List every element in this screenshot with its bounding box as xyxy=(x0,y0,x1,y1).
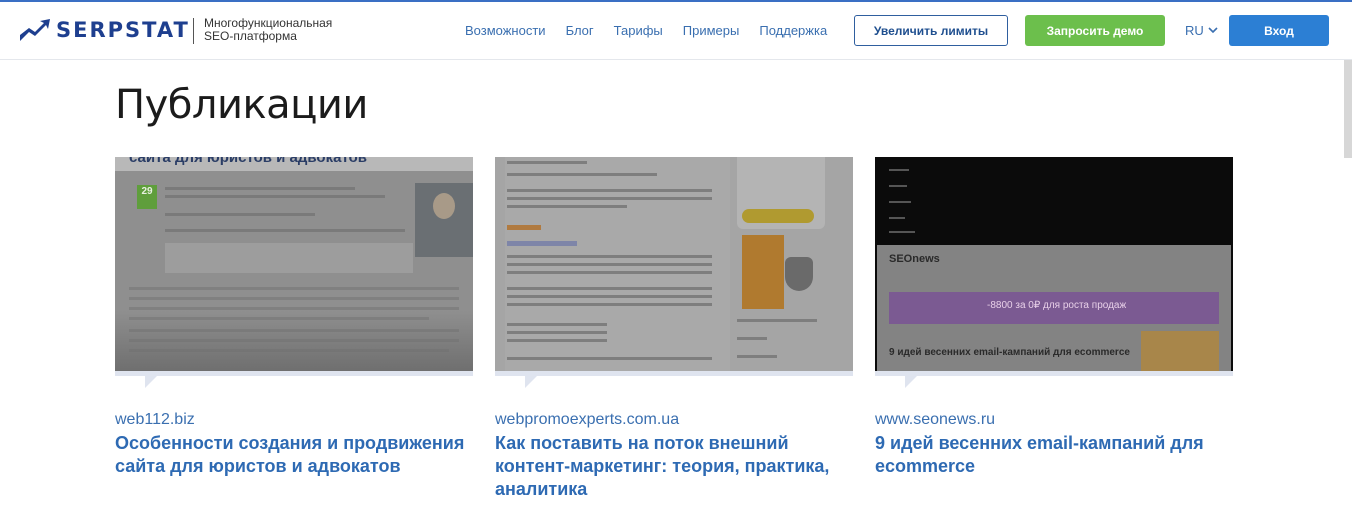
publication-title[interactable]: Как поставить на поток внешний контент-м… xyxy=(495,432,860,501)
nav-item-blog[interactable]: Блог xyxy=(566,23,594,39)
language-label: RU xyxy=(1185,23,1204,38)
main-nav: Возможности Блог Тарифы Примеры Поддержк… xyxy=(465,23,847,39)
thumbnail-photo xyxy=(415,183,473,257)
logo-arrow-icon xyxy=(20,19,50,41)
increase-limits-button[interactable]: Увеличить лимиты xyxy=(854,15,1008,46)
publication-thumbnail[interactable] xyxy=(495,157,853,371)
nav-item-pricing[interactable]: Тарифы xyxy=(614,23,663,39)
language-selector[interactable]: RU xyxy=(1185,23,1218,38)
publication-thumbnail[interactable]: SEOnews -8800 за 0₽ для роста продаж 9 и… xyxy=(875,157,1233,371)
publication-title[interactable]: 9 идей весенних email-кампаний для ecomm… xyxy=(875,432,1240,478)
nav-item-examples[interactable]: Примеры xyxy=(683,23,740,39)
publication-source[interactable]: webpromoexperts.com.ua xyxy=(495,410,679,430)
publication-card[interactable]: сайта для юристов и адвокатов 29 web112.… xyxy=(115,157,473,476)
login-button[interactable]: Вход xyxy=(1229,15,1329,46)
publication-source[interactable]: web112.biz xyxy=(115,410,195,430)
logo-text: SERPSTAT xyxy=(56,18,190,42)
scrollbar-thumb[interactable] xyxy=(1344,60,1352,158)
thumbnail-banner: -8800 за 0₽ для роста продаж xyxy=(987,300,1127,311)
publication-title[interactable]: Особенности создания и продвижения сайта… xyxy=(115,432,480,478)
serpstat-logo[interactable]: SERPSTAT xyxy=(20,16,190,44)
page-title: Публикации xyxy=(115,82,368,128)
site-header: SERPSTAT Многофункциональная SEO-платфор… xyxy=(0,2,1352,60)
publication-source[interactable]: www.seonews.ru xyxy=(875,410,995,430)
thumbnail-date: 29 xyxy=(137,185,157,209)
tagline: Многофункциональная SEO-платформа xyxy=(204,16,333,43)
thumbnail-brand: SEOnews xyxy=(889,253,940,265)
nav-item-support[interactable]: Поддержка xyxy=(759,23,827,39)
shield-icon xyxy=(785,257,813,291)
nav-item-features[interactable]: Возможности xyxy=(465,23,546,39)
publication-card[interactable]: SEOnews -8800 за 0₽ для роста продаж 9 и… xyxy=(875,157,1233,476)
thumbnail-heading: сайта для юристов и адвокатов xyxy=(129,157,367,166)
chevron-down-icon xyxy=(1208,27,1218,34)
logo-divider xyxy=(193,18,194,44)
request-demo-button[interactable]: Запросить демо xyxy=(1025,15,1165,46)
publication-card[interactable]: webpromoexperts.com.ua Как поставить на … xyxy=(495,157,853,499)
thumbnail-footer: 9 идей весенних email-кампаний для ecomm… xyxy=(889,347,1130,358)
publication-thumbnail[interactable]: сайта для юристов и адвокатов 29 xyxy=(115,157,473,371)
